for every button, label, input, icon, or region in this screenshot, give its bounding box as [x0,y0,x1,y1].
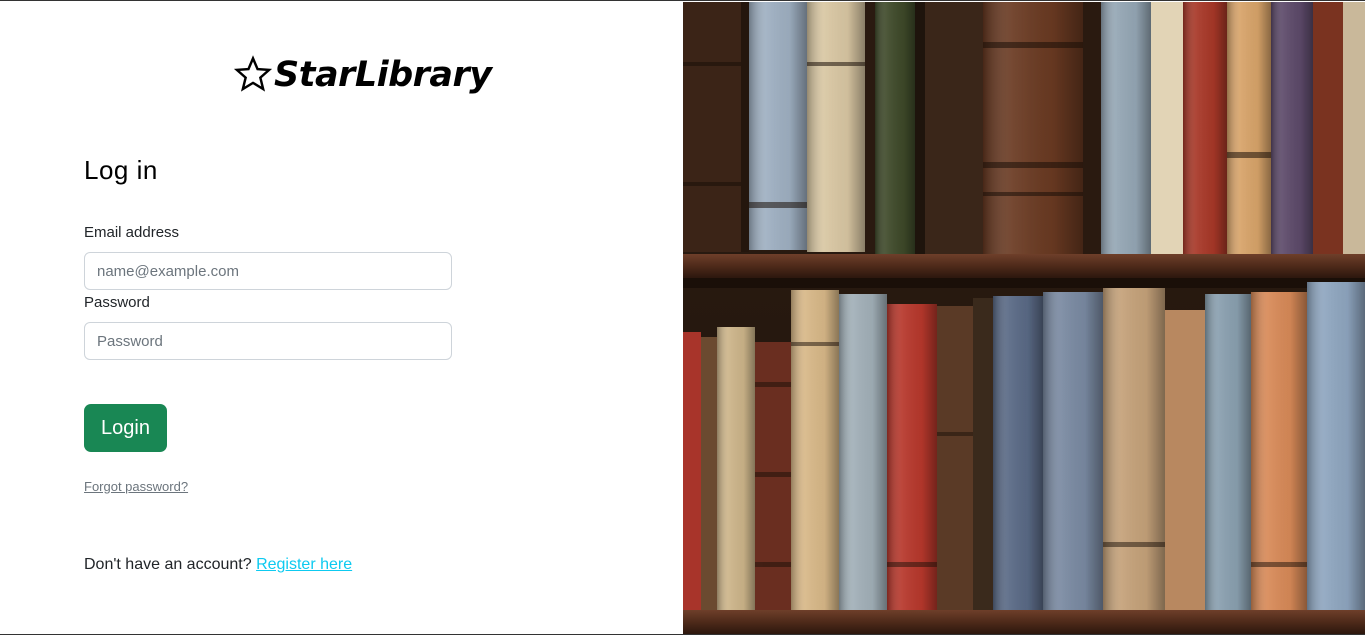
password-label: Password [84,294,150,311]
login-button[interactable]: Login [84,404,167,452]
email-field[interactable] [84,252,452,290]
page-frame: StarLibrary Log in Email address Passwor… [0,0,1365,635]
bookshelf-illustration [683,2,1365,634]
brand-logo: StarLibrary [232,54,492,96]
login-panel: StarLibrary Log in Email address Passwor… [0,2,683,634]
brand-name: StarLibrary [274,55,492,95]
password-field[interactable] [84,322,452,360]
email-label: Email address [84,224,180,241]
register-row: Don't have an account? Register here [84,556,352,574]
forgot-password-link[interactable]: Forgot password? [84,479,188,494]
register-link[interactable]: Register here [256,556,352,573]
page-title: Log in [84,155,158,185]
star-outline-icon [233,55,273,92]
register-prompt: Don't have an account? [84,556,252,573]
hero-image [683,2,1365,634]
